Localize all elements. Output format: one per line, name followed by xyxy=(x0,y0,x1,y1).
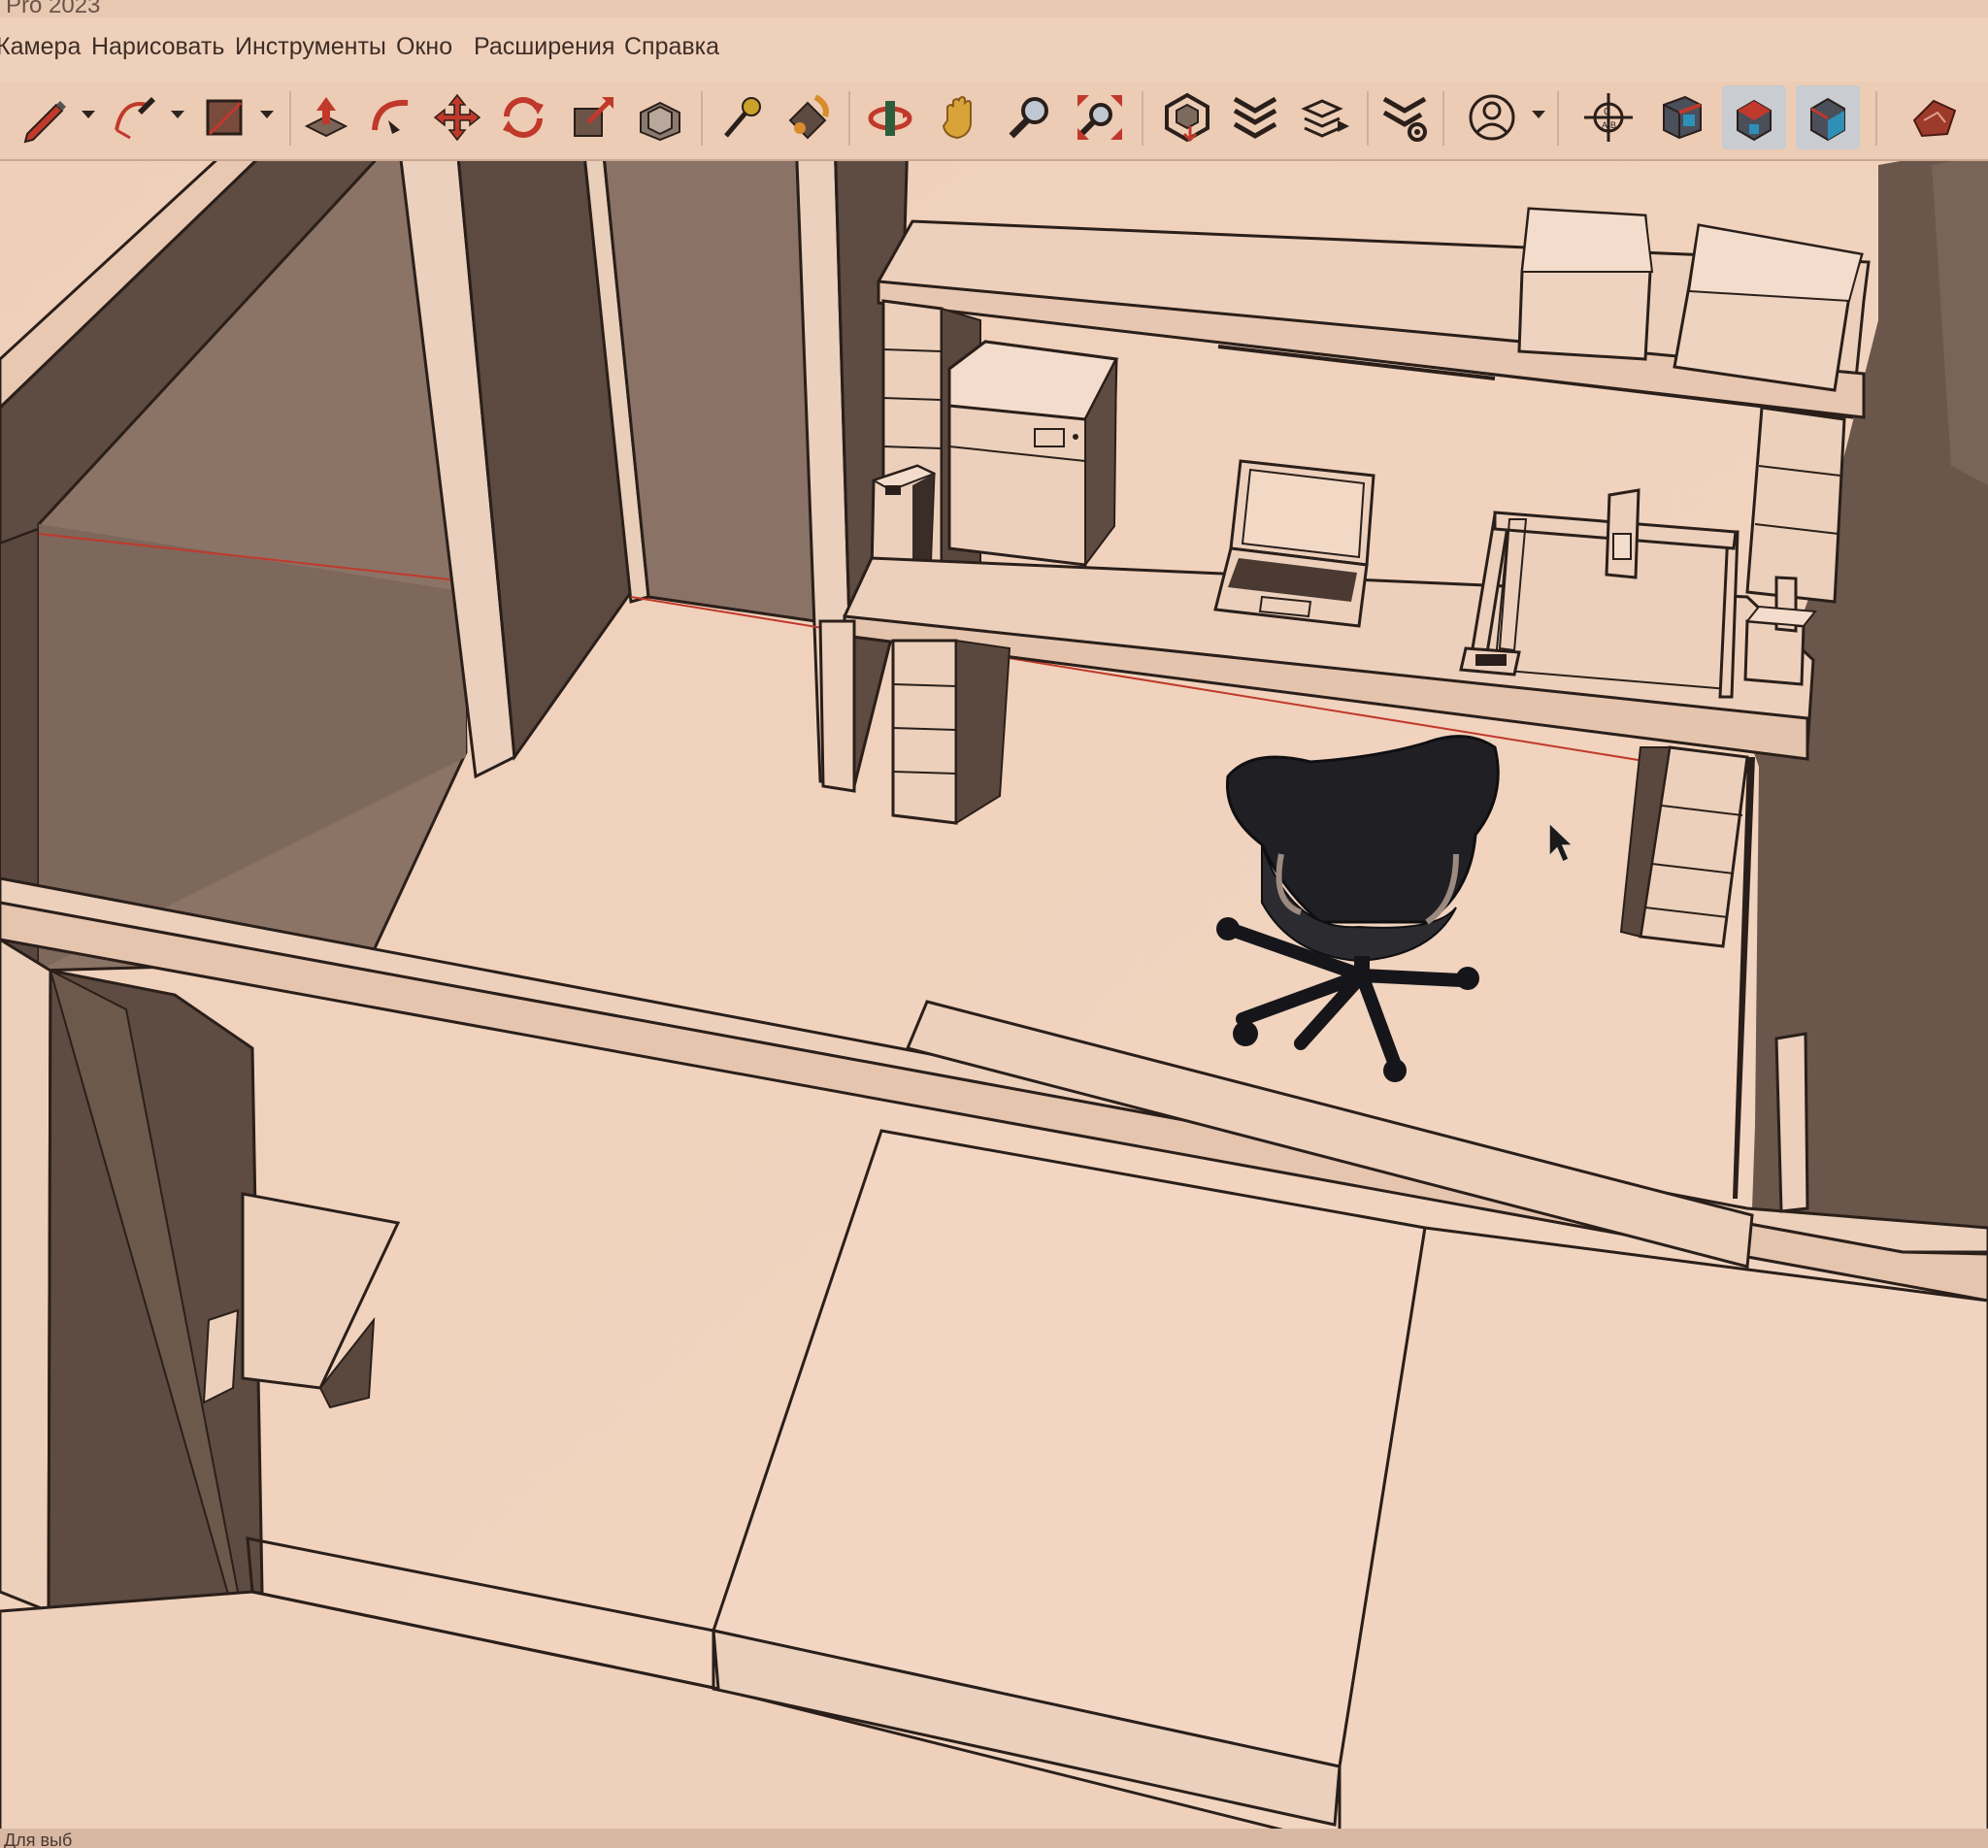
menu-tools[interactable]: Инструменты xyxy=(235,33,386,61)
follow-me-icon[interactable] xyxy=(359,85,423,149)
toolbar-separator xyxy=(848,91,850,146)
toolbar-separator xyxy=(1142,91,1143,146)
offset-icon[interactable] xyxy=(629,85,693,149)
menu-window[interactable]: Окно xyxy=(396,33,452,61)
sketchup-window: Pro 2023 Камера Нарисовать Инструменты О… xyxy=(0,0,1988,1848)
rotate-icon[interactable] xyxy=(491,85,555,149)
toolbar-separator xyxy=(1557,91,1559,146)
model-viewport[interactable] xyxy=(0,161,1988,1848)
menu-draw[interactable]: Нарисовать xyxy=(91,33,224,61)
right-post xyxy=(1774,1032,1809,1213)
extension-warehouse-icon[interactable] xyxy=(1223,85,1287,149)
pencil-icon[interactable] xyxy=(12,85,76,149)
menu-extensions[interactable]: Расширения xyxy=(474,33,614,61)
loft-floor xyxy=(1338,1226,1988,1848)
move-icon[interactable] xyxy=(425,85,489,149)
pan-icon[interactable] xyxy=(928,85,992,149)
toolbar-separator xyxy=(1875,91,1877,146)
menu-camera[interactable]: Камера xyxy=(0,33,81,61)
section-plane-icon[interactable]: C A-B xyxy=(1576,85,1640,149)
user-account-icon[interactable] xyxy=(1460,85,1524,149)
view-front-icon[interactable] xyxy=(1796,85,1860,149)
partition-post-left xyxy=(0,938,52,1614)
push-pull-icon[interactable] xyxy=(293,85,357,149)
shelf-support-right xyxy=(1745,406,1846,604)
arc-dropdown[interactable] xyxy=(171,111,184,118)
orbit-icon[interactable] xyxy=(858,85,922,149)
rectangle-icon[interactable] xyxy=(192,85,256,149)
ruby-console-icon[interactable] xyxy=(1903,85,1967,149)
toolbar-separator xyxy=(1442,91,1444,146)
rectangle-dropdown[interactable] xyxy=(260,111,274,118)
desk-leg-left xyxy=(891,639,958,825)
svg-text:C: C xyxy=(1604,107,1610,117)
menu-bar: Камера Нарисовать Инструменты Окно Расши… xyxy=(0,17,1988,82)
arc-icon[interactable] xyxy=(103,85,167,149)
main-toolbar: C A-B xyxy=(0,82,1988,161)
paint-bucket-icon[interactable] xyxy=(777,85,841,149)
status-text: Для выб xyxy=(4,1831,73,1848)
layout-send-icon[interactable] xyxy=(1295,85,1359,149)
desk-post xyxy=(818,619,856,793)
title-bar: Pro 2023 xyxy=(0,0,1988,18)
zoom-icon[interactable] xyxy=(998,85,1062,149)
window-title: Pro 2023 xyxy=(6,0,101,18)
view-top-icon[interactable] xyxy=(1722,85,1786,149)
extension-manager-icon[interactable] xyxy=(1373,85,1437,149)
view-iso-icon[interactable] xyxy=(1650,85,1714,149)
zoom-extents-icon[interactable] xyxy=(1068,85,1132,149)
status-bar: Для выб xyxy=(0,1829,1988,1848)
3d-scene xyxy=(0,161,1988,1848)
svg-text:A-B: A-B xyxy=(1602,120,1616,130)
3d-warehouse-icon[interactable] xyxy=(1155,85,1219,149)
scale-icon[interactable] xyxy=(561,85,625,149)
tape-measure-icon[interactable] xyxy=(709,85,773,149)
toolbar-separator xyxy=(701,91,703,146)
menu-help[interactable]: Справка xyxy=(624,33,719,61)
toolbar-separator xyxy=(289,91,291,146)
user-account-dropdown[interactable] xyxy=(1532,111,1545,118)
pencil-dropdown[interactable] xyxy=(82,111,95,118)
storage-box-1-top xyxy=(1520,207,1654,273)
toolbar-separator xyxy=(1367,91,1369,146)
